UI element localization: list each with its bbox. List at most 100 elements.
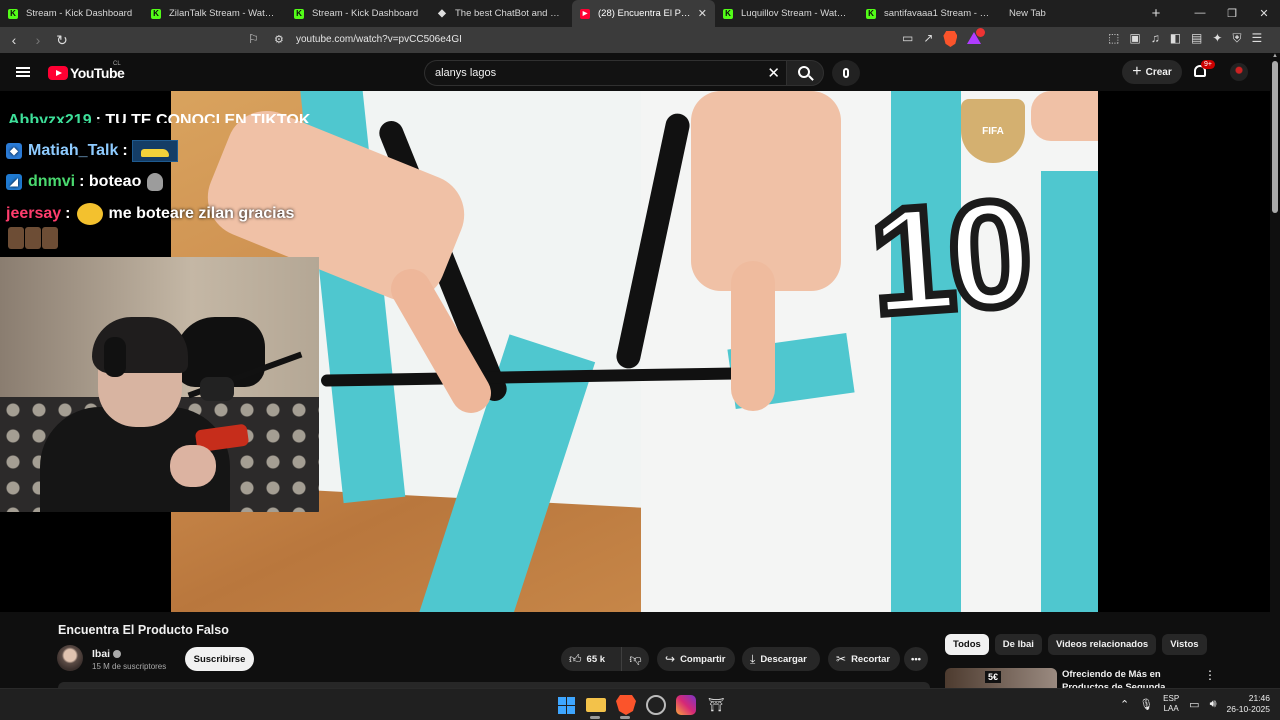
new-tab-icon[interactable]: + [1141, 5, 1171, 22]
download-button[interactable]: ⤓ Descargar [742, 647, 820, 671]
browser-tab[interactable]: K Stream - Kick Dashboard [0, 0, 143, 27]
share-button[interactable]: ↪ Compartir [657, 647, 735, 671]
close-window-icon[interactable]: ✕ [1248, 7, 1280, 20]
search-icon [798, 66, 810, 78]
scroll-up-icon[interactable]: ▲ [1272, 53, 1278, 59]
youtube-icon: ▶ [580, 8, 590, 19]
skull-emote-icon [147, 173, 164, 191]
chip-from-ibai[interactable]: De Ibai [994, 634, 1042, 655]
headset-icon [104, 337, 126, 377]
webcam-overlay [0, 257, 319, 512]
taskbar-apps: ⛩ [556, 695, 726, 715]
share-page-icon[interactable]: ↗ [923, 31, 933, 47]
channel-name[interactable]: Ibai [92, 648, 122, 660]
browser-tab[interactable]: KZilanTalk Stream - Watch Live o [143, 0, 286, 27]
clip-button[interactable]: ✂ Recortar [828, 647, 900, 671]
chip-all[interactable]: Todos [945, 634, 989, 655]
network-icon[interactable]: ▭ [1189, 698, 1199, 711]
video-player[interactable]: FIFA 10 Abbyzx219: TU TE CONOCI EN TIKTO… [0, 91, 1270, 612]
channel-avatar[interactable] [57, 645, 83, 671]
chat-message: ◢ dnmvi : boteao [6, 167, 164, 197]
leo-ai-icon[interactable]: ✦ [1212, 31, 1222, 46]
clock[interactable]: 21:46 26-10-2025 [1227, 693, 1270, 715]
clear-search-icon[interactable]: ✕ [767, 64, 780, 82]
emote-row [8, 227, 58, 249]
plus-icon: + [1132, 63, 1142, 80]
browser-toolbar: ‹ › ↻ ⚐ ⚙ youtube.com/watch?v=pvCC506e4G… [0, 27, 1280, 53]
browser-tab-active[interactable]: ▶(28) Encuentra El Producto✕ [572, 0, 715, 27]
dislike-button[interactable]: 👎︎ [621, 647, 649, 671]
app-icon[interactable]: ⛩ [706, 695, 726, 715]
volume-icon[interactable]: 🔊︎ [1210, 698, 1217, 711]
reload-icon[interactable]: ↻ [52, 32, 72, 49]
windows-start-icon[interactable] [556, 695, 576, 715]
more-vert-icon[interactable]: ⋮ [1204, 668, 1216, 682]
language-indicator[interactable]: ESP LAA [1163, 694, 1179, 714]
bookmark-icon[interactable]: ⚐ [248, 32, 259, 46]
download-icon: ⤓ [750, 651, 756, 666]
chat-badge-icon: ◆ [6, 143, 22, 159]
brave-shields-icon[interactable] [943, 31, 958, 47]
kick-icon: K [8, 8, 18, 19]
active-app-indicator [620, 716, 630, 719]
screen: K Stream - Kick Dashboard K ZilanTalk Stre… [0, 0, 1280, 720]
browser-menu-icon[interactable]: ☰ [1251, 31, 1262, 46]
minimize-icon[interactable]: — [1184, 7, 1216, 20]
browser-tab[interactable]: KLuquillov Stream - Watch Live o [715, 0, 858, 27]
hand [691, 91, 841, 291]
browser-extensions: ⬚ ▣ ♫ ◧ ▤ ✦ ⛨ ☰ [1108, 31, 1262, 46]
kick-icon: K [866, 8, 876, 19]
video-details: Encuentra El Producto Falso Ibai 15 M de… [0, 612, 1270, 690]
youtube-logo[interactable]: YouTube CL [48, 61, 125, 81]
site-settings-icon[interactable]: ⚙ [274, 33, 284, 46]
related-video-title[interactable]: Ofreciendo de Más en Productos de Segund… [1062, 668, 1192, 690]
subscribe-button[interactable]: Suscribirse [185, 647, 254, 671]
brave-rewards-icon[interactable] [967, 28, 986, 45]
instagram-icon[interactable] [676, 695, 696, 715]
address-bar-actions: ▭ ↗ [902, 28, 986, 47]
back-icon[interactable]: ‹ [4, 32, 24, 48]
scrollbar-thumb[interactable] [1272, 61, 1278, 213]
search-button[interactable] [786, 60, 824, 86]
thumbs-up-icon: 👍︎ [569, 651, 582, 666]
voice-search-button[interactable] [832, 60, 860, 86]
browser-tab[interactable]: New Tab [1001, 0, 1141, 27]
page-scrollbar[interactable]: ▲ [1270, 53, 1280, 688]
close-tab-icon[interactable]: ✕ [698, 7, 707, 20]
fifa-badge: FIFA [961, 99, 1025, 163]
extensions-icon[interactable]: ⬚ [1108, 31, 1119, 46]
like-button[interactable]: 👍︎ 65 k [561, 647, 621, 671]
windows-taskbar: ⛩ ⌃ 🎙︎ ESP LAA ▭ 🔊︎ 21:46 26-10-2025 [0, 688, 1280, 720]
restore-icon[interactable]: ❐ [1216, 7, 1248, 20]
file-explorer-icon[interactable] [586, 698, 606, 712]
chevron-up-icon[interactable]: ⌃ [1120, 698, 1129, 711]
account-avatar[interactable] [1230, 63, 1248, 81]
wallet-icon[interactable]: ▣ [1129, 31, 1140, 46]
more-actions-button[interactable]: ••• [904, 647, 928, 671]
cast-icon[interactable]: ▭ [902, 31, 913, 47]
browser-tab[interactable]: K Stream - Kick Dashboard [286, 0, 429, 27]
microphone-icon [843, 68, 849, 78]
steam-icon[interactable] [646, 695, 666, 715]
sidebar-icon[interactable]: ◧ [1170, 31, 1181, 46]
chat-message: ◆ Matiah_Talk : [6, 136, 178, 166]
system-tray: ⌃ 🎙︎ ESP LAA ▭ 🔊︎ 21:46 26-10-2025 [1120, 693, 1270, 715]
music-icon[interactable]: ♫ [1151, 31, 1160, 46]
chip-watched[interactable]: Vistos [1162, 634, 1207, 655]
vpn-icon[interactable]: ⛨ [1232, 31, 1241, 46]
search-input[interactable]: alanys lagos ✕ [424, 60, 786, 86]
microphone [200, 377, 234, 401]
browser-tab[interactable]: Ksantifavaaa1 Stream - Watch Li [858, 0, 1001, 27]
browser-tab[interactable]: ◆The best ChatBot and Widgets [429, 0, 572, 27]
related-video-thumbnail[interactable]: 5€ [945, 668, 1057, 688]
create-button[interactable]: + Crear [1122, 60, 1182, 84]
car-emote-icon [131, 140, 178, 162]
wallet-card-icon[interactable]: ▤ [1191, 31, 1202, 46]
menu-icon[interactable] [16, 67, 30, 77]
forward-icon[interactable]: › [28, 32, 48, 48]
chip-related[interactable]: Videos relacionados [1047, 634, 1157, 655]
microphone-tray-icon[interactable]: 🎙︎ [1139, 698, 1153, 711]
address-bar[interactable]: youtube.com/watch?v=pvCC506e4GI [296, 34, 462, 45]
brave-browser-icon[interactable] [616, 695, 636, 715]
kick-icon: K [151, 8, 161, 19]
